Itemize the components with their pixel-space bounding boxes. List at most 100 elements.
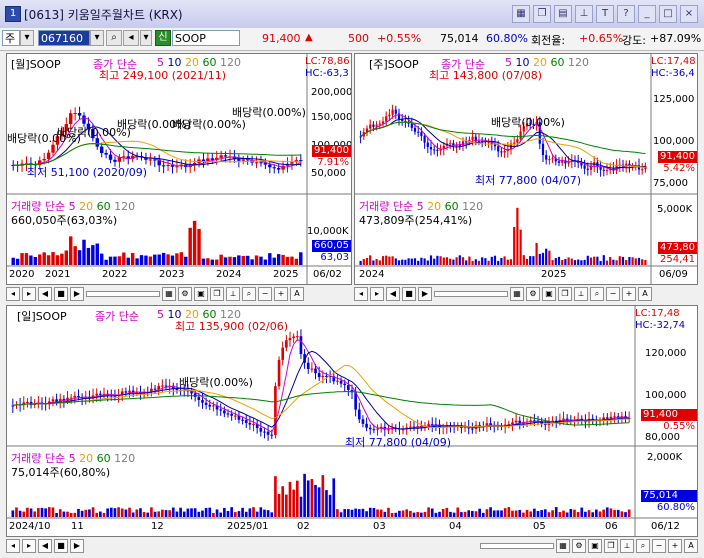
text-size-icon[interactable]: A <box>684 539 698 553</box>
volume-bar <box>73 512 77 517</box>
monthly-price-tag: 91,400 <box>312 145 351 157</box>
close-icon[interactable]: × <box>680 5 698 23</box>
grid-icon[interactable]: ▦ <box>556 539 570 553</box>
chevron-down-icon[interactable]: ▾ <box>20 30 34 46</box>
volume-bar <box>409 510 412 517</box>
zoom-icon[interactable]: ⌕ <box>242 287 256 301</box>
plus-icon[interactable]: + <box>668 539 682 553</box>
daily-chart-panel[interactable]: [일]SOOP 종가 단순 5 10 20 60 120 최고 135,900 … <box>6 305 698 537</box>
volume-bar <box>401 259 404 265</box>
layout-icon[interactable]: ▤ <box>554 5 572 23</box>
step-back-icon[interactable]: ▸ <box>370 287 384 301</box>
candle-body <box>413 127 417 132</box>
copy-icon[interactable]: ❐ <box>604 539 618 553</box>
fast-forward-icon[interactable]: ▶ <box>70 539 84 553</box>
fast-back-icon[interactable]: ◀ <box>386 287 400 301</box>
stop-icon[interactable]: ■ <box>402 287 416 301</box>
text-icon[interactable]: T <box>596 5 614 23</box>
fast-forward-icon[interactable]: ▶ <box>418 287 432 301</box>
scroll-left-icon[interactable]: ◂ <box>354 287 368 301</box>
volume-bar <box>197 511 201 517</box>
layers-icon[interactable]: ▣ <box>588 539 602 553</box>
code-dropdown-chevron-icon[interactable]: ▾ <box>90 30 104 46</box>
scroll-left-icon[interactable]: ◂ <box>6 539 20 553</box>
volume-bar <box>540 510 543 517</box>
market-select[interactable]: 주 <box>2 30 20 46</box>
grid-icon[interactable]: ▦ <box>162 287 176 301</box>
candle-body <box>263 431 266 433</box>
volume-bar <box>536 511 540 517</box>
grid-icon[interactable]: ▦ <box>510 287 524 301</box>
weekly-chart-panel[interactable]: [주]SOOP 종가 단순 5 10 20 60 120 최고 143,800 … <box>354 53 698 285</box>
zoom-slider[interactable] <box>480 543 554 549</box>
fast-back-icon[interactable]: ◀ <box>38 287 52 301</box>
candle-body <box>175 166 179 168</box>
gear-icon[interactable]: ⚙ <box>572 539 586 553</box>
layers-icon[interactable]: ▣ <box>194 287 208 301</box>
step-back-icon[interactable]: ▸ <box>22 539 36 553</box>
minus-icon[interactable]: − <box>258 287 272 301</box>
plus-icon[interactable]: + <box>622 287 636 301</box>
candle-body <box>248 422 252 425</box>
stop-icon[interactable]: ■ <box>54 539 68 553</box>
copy-icon[interactable]: ❐ <box>558 287 572 301</box>
zoom-slider[interactable] <box>434 291 508 297</box>
volume-bar <box>120 508 124 517</box>
volume-bar <box>270 512 274 517</box>
volume-bar <box>621 256 625 265</box>
volume-bar <box>441 509 445 517</box>
copy-icon[interactable]: ❐ <box>533 5 551 23</box>
search-icon[interactable]: ⌕ <box>106 30 122 46</box>
volume-bar <box>263 259 268 265</box>
stop-icon[interactable]: ■ <box>54 287 68 301</box>
plus-icon[interactable]: + <box>274 287 288 301</box>
volume-bar <box>362 259 365 265</box>
copy-icon[interactable]: ❐ <box>210 287 224 301</box>
fast-forward-icon[interactable]: ▶ <box>70 287 84 301</box>
scroll-left-icon[interactable]: ◂ <box>6 287 20 301</box>
fast-back-icon[interactable]: ◀ <box>38 539 52 553</box>
candle-body <box>42 158 46 161</box>
speaker-icon[interactable]: ◂ <box>123 30 139 46</box>
grid-icon[interactable]: ▦ <box>512 5 530 23</box>
maximize-icon[interactable]: □ <box>659 5 677 23</box>
text-size-icon[interactable]: A <box>638 287 652 301</box>
stock-code-input[interactable]: 067160 <box>38 30 90 46</box>
volume-bar <box>241 507 244 517</box>
candle-body <box>378 123 381 125</box>
gear-icon[interactable]: ⚙ <box>178 287 192 301</box>
help-icon[interactable]: ? <box>617 5 635 23</box>
candle-body <box>161 165 166 167</box>
monthly-chart-panel[interactable]: [월]SOOP 종가 단순 5 10 20 60 120 최고 249,100 … <box>6 53 352 285</box>
tools-icon[interactable]: ⟂ <box>620 539 634 553</box>
volume-bar <box>230 507 233 517</box>
volume-bar <box>153 511 157 517</box>
layers-icon[interactable]: ▣ <box>542 287 556 301</box>
text-size-icon[interactable]: A <box>290 287 304 301</box>
volume-bar <box>541 252 545 265</box>
volume-bar <box>615 260 618 265</box>
minus-icon[interactable]: − <box>606 287 620 301</box>
credit-badge[interactable]: 신 <box>155 30 171 46</box>
minus-icon[interactable]: − <box>652 539 666 553</box>
zoom-slider[interactable] <box>86 291 160 297</box>
weekly-chart-canvas[interactable] <box>355 54 698 285</box>
volume-bar <box>84 509 88 517</box>
candle-body <box>73 113 77 115</box>
step-back-icon[interactable]: ▸ <box>22 287 36 301</box>
volume-bar <box>419 512 423 517</box>
daily-chart-canvas[interactable] <box>7 306 698 537</box>
zoom-icon[interactable]: ⌕ <box>636 539 650 553</box>
gear-icon[interactable]: ⚙ <box>526 287 540 301</box>
pin-icon[interactable]: ⊥ <box>575 5 593 23</box>
volume-bar <box>184 256 188 265</box>
tools-icon[interactable]: ⟂ <box>226 287 240 301</box>
minimize-icon[interactable]: _ <box>638 5 656 23</box>
zoom-icon[interactable]: ⌕ <box>590 287 604 301</box>
volume-bar <box>417 260 420 265</box>
volume-bar <box>427 507 430 517</box>
tools-icon[interactable]: ⟂ <box>574 287 588 301</box>
stock-name-field[interactable]: SOOP <box>172 30 240 46</box>
small-chevron-icon[interactable]: ▾ <box>140 30 152 46</box>
volume-bar <box>407 258 410 265</box>
